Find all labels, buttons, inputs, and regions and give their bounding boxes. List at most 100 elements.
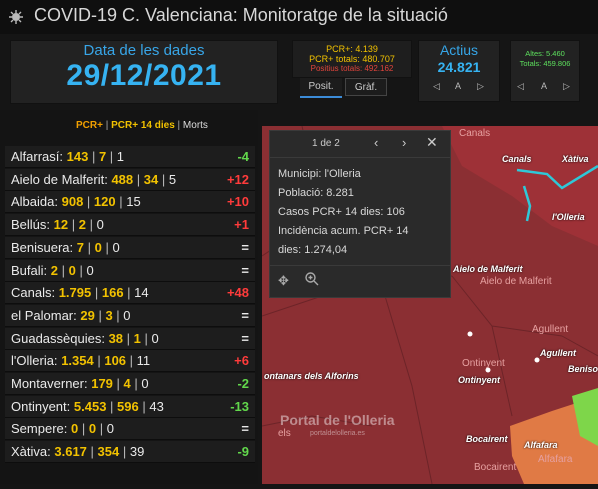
separator: | bbox=[106, 149, 117, 164]
altes-nav-label: A bbox=[541, 81, 548, 91]
list-item[interactable]: Xàtiva: 3.617 | 354 | 39 -9 bbox=[5, 441, 255, 464]
list-item-text: Ontinyent: 5.453 | 596 | 43 bbox=[11, 396, 164, 417]
separator: | bbox=[123, 285, 135, 301]
map-label-aielo-dim: Aielo de Malferit bbox=[480, 276, 552, 287]
pcr-count: 143 bbox=[66, 149, 89, 164]
separator: | bbox=[112, 376, 124, 391]
pcr-count: 5.453 bbox=[73, 398, 107, 414]
list-item[interactable]: Bellús: 12 | 2 | 0 +1 bbox=[5, 214, 255, 237]
chevron-right-icon[interactable]: ▷ bbox=[563, 81, 570, 92]
pcr14-count: 354 bbox=[97, 444, 120, 460]
popup-line: Incidència acum. PCR+ 14 bbox=[278, 225, 409, 237]
separator: | bbox=[85, 217, 97, 233]
change-indicator: = bbox=[241, 239, 249, 255]
pcr14-count: 4 bbox=[123, 376, 131, 391]
popup-line: Casos PCR+ 14 dies: 106 bbox=[278, 206, 405, 218]
separator: | bbox=[58, 262, 69, 278]
separator: | bbox=[138, 398, 150, 414]
pan-icon[interactable]: ✥ bbox=[278, 273, 289, 289]
tab-positius[interactable]: Posit. bbox=[300, 78, 342, 98]
date-value: 29/12/2021 bbox=[66, 59, 222, 92]
pcr-total: PCR+ totals: 480.707 bbox=[309, 54, 395, 64]
popup-pager: 1 de 2 bbox=[312, 138, 340, 149]
list-item[interactable]: Albaida: 908 | 120 | 15 +10 bbox=[5, 191, 255, 214]
chevron-right-icon[interactable]: ▷ bbox=[477, 81, 484, 92]
list-item[interactable]: Ontinyent: 5.453 | 596 | 43 -13 bbox=[5, 395, 255, 418]
map-label-bocairent-dim: Bocairent bbox=[474, 462, 517, 473]
change-indicator: = bbox=[241, 262, 249, 278]
municipality-name: Bellús: bbox=[11, 217, 51, 233]
list-item[interactable]: Canals: 1.795 | 166 | 14 +48 bbox=[5, 282, 255, 305]
separator: | bbox=[158, 171, 169, 187]
separator: | bbox=[94, 307, 106, 323]
positives-total: Positius totals: 492.162 bbox=[310, 64, 394, 73]
zoom-to-icon[interactable] bbox=[304, 271, 320, 292]
chevron-right-icon[interactable]: › bbox=[402, 135, 406, 150]
pcr-count: 7 bbox=[76, 239, 85, 255]
change-indicator: = bbox=[241, 330, 249, 346]
municipality-name: Montaverner: bbox=[11, 376, 88, 391]
map-label-ontinyent: Ontinyent bbox=[458, 375, 500, 385]
chevron-left-icon[interactable]: ‹ bbox=[374, 135, 378, 150]
close-icon[interactable]: ✕ bbox=[426, 134, 438, 151]
pcr14-count: 2 bbox=[78, 217, 86, 233]
map-label-benisoda: Beniso bbox=[568, 364, 598, 374]
municipality-name: Benisuera: bbox=[11, 239, 74, 255]
municipality-name: Canals: bbox=[11, 285, 56, 301]
map-label-alforins: ontanars dels Alforins bbox=[264, 371, 359, 381]
separator: | bbox=[101, 239, 113, 255]
altes-daily: Altes: 5.460 bbox=[525, 49, 565, 58]
date-label: Data de les dades bbox=[83, 42, 205, 59]
deaths-count: 43 bbox=[149, 398, 164, 414]
separator: | bbox=[86, 444, 98, 460]
deaths-count: 0 bbox=[112, 239, 120, 255]
app-title: COVID-19 C. Valenciana: Monitoratge de l… bbox=[34, 5, 448, 25]
pcr14-count: 120 bbox=[93, 194, 116, 210]
list-item-text: Canals: 1.795 | 166 | 14 bbox=[11, 282, 149, 303]
list-item[interactable]: Guadassèquies: 38 | 1 | 0 = bbox=[5, 327, 255, 350]
municipality-name: Aielo de Malferit: bbox=[11, 171, 108, 187]
pcr14-count: 0 bbox=[88, 421, 97, 437]
chevron-left-icon[interactable]: ◁ bbox=[433, 81, 440, 92]
deaths-count: 0 bbox=[141, 376, 149, 391]
popup-line: dies: 1.274,04 bbox=[278, 244, 348, 256]
popup-footer: ✥ bbox=[270, 265, 450, 298]
tab-grafic[interactable]: Gràf. bbox=[345, 78, 387, 96]
watermark-url: portaldelolleria.es bbox=[310, 430, 365, 437]
municipality-name: l'Olleria: bbox=[11, 353, 58, 369]
deaths-count: 15 bbox=[126, 194, 141, 210]
deaths-count: 0 bbox=[151, 330, 159, 346]
list-item-text: Xàtiva: 3.617 | 354 | 39 bbox=[11, 441, 144, 462]
deaths-count: 0 bbox=[86, 262, 94, 278]
deaths-count: 0 bbox=[123, 307, 131, 323]
map-label-olleria: l'Olleria bbox=[552, 212, 585, 222]
change-indicator: +12 bbox=[226, 171, 249, 187]
separator: | bbox=[140, 330, 152, 346]
legend-separator: | bbox=[174, 120, 183, 131]
list-item[interactable]: Sempere: 0 | 0 | 0 = bbox=[5, 418, 255, 441]
separator: | bbox=[115, 194, 127, 210]
municipality-name: Alfarrasí: bbox=[11, 149, 64, 164]
separator: | bbox=[126, 353, 137, 369]
pcr-count: 1.354 bbox=[61, 353, 94, 369]
deaths-count: 14 bbox=[134, 285, 149, 301]
list-item[interactable]: Alfarrasí: 143 | 7 | 1 -4 bbox=[5, 146, 255, 168]
pcr-count: 38 bbox=[108, 330, 124, 346]
separator: | bbox=[91, 285, 102, 301]
chevron-left-icon[interactable]: ◁ bbox=[517, 81, 524, 92]
separator: | bbox=[130, 376, 142, 391]
list-item[interactable]: Montaverner: 179 | 4 | 0 -2 bbox=[5, 373, 255, 395]
deaths-count: 0 bbox=[106, 421, 114, 437]
list-item[interactable]: Benisuera: 7 | 0 | 0 = bbox=[5, 236, 255, 259]
altes-panel: Altes: 5.460 Totals: 459.806 ◁ A ▷ bbox=[510, 40, 580, 102]
map-label-xativa: Xàtiva bbox=[562, 154, 589, 164]
list-item[interactable]: el Palomar: 29 | 3 | 0 = bbox=[5, 304, 255, 327]
municipality-name: Sempere: bbox=[11, 421, 68, 437]
municipality-name: Xàtiva: bbox=[11, 444, 51, 460]
pcr-daily: PCR+: 4.139 bbox=[326, 44, 378, 54]
change-indicator: +48 bbox=[226, 285, 249, 301]
list-item[interactable]: Aielo de Malferit: 488 | 34 | 5 +12 bbox=[5, 168, 255, 191]
list-item[interactable]: Bufali: 2 | 0 | 0 = bbox=[5, 259, 255, 282]
actius-value: 24.821 bbox=[437, 59, 481, 75]
list-item[interactable]: l'Olleria: 1.354 | 106 | 11 +6 bbox=[5, 350, 255, 373]
